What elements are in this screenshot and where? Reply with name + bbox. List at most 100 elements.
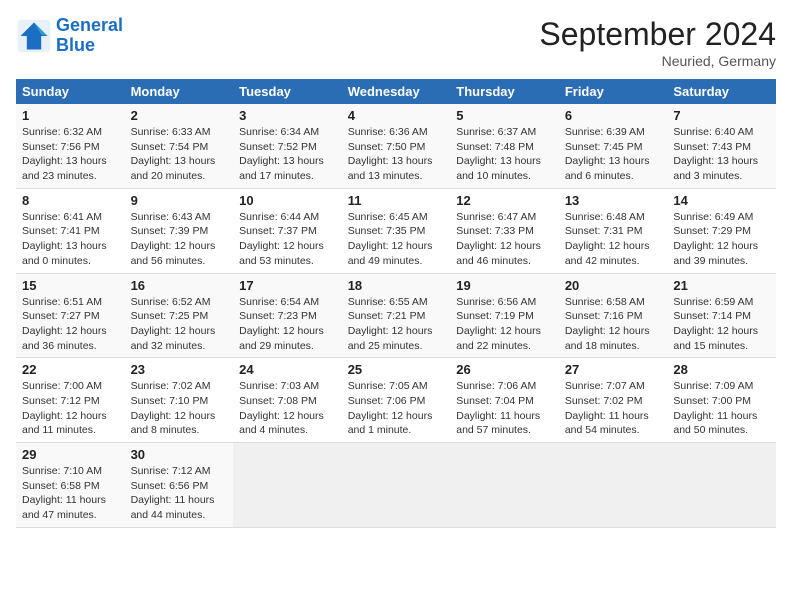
col-saturday: Saturday [667,79,776,104]
sunrise-text: Sunrise: 7:03 AM [239,379,336,394]
sunrise-text: Sunrise: 7:07 AM [565,379,662,394]
sunrise-text: Sunrise: 6:49 AM [673,210,770,225]
sunset-text: Sunset: 7:08 PM [239,394,336,409]
daylight-text: Daylight: 13 hours and 23 minutes. [22,154,119,183]
sunrise-text: Sunrise: 6:43 AM [131,210,228,225]
day-info: Sunrise: 7:10 AMSunset: 6:58 PMDaylight:… [22,464,119,523]
daylight-text: Daylight: 12 hours and 39 minutes. [673,239,770,268]
sunset-text: Sunset: 7:45 PM [565,140,662,155]
sunrise-text: Sunrise: 6:37 AM [456,125,553,140]
sunset-text: Sunset: 7:41 PM [22,224,119,239]
daylight-text: Daylight: 13 hours and 6 minutes. [565,154,662,183]
day-info: Sunrise: 6:52 AMSunset: 7:25 PMDaylight:… [131,295,228,354]
sunrise-text: Sunrise: 7:02 AM [131,379,228,394]
col-monday: Monday [125,79,234,104]
sunrise-text: Sunrise: 6:48 AM [565,210,662,225]
calendar-cell: 9 Sunrise: 6:43 AMSunset: 7:39 PMDaylight… [125,188,234,273]
sunset-text: Sunset: 7:00 PM [673,394,770,409]
daylight-text: Daylight: 11 hours and 54 minutes. [565,409,662,438]
day-info: Sunrise: 7:03 AMSunset: 7:08 PMDaylight:… [239,379,336,438]
sunset-text: Sunset: 7:43 PM [673,140,770,155]
sunset-text: Sunset: 7:16 PM [565,309,662,324]
day-number: 27 [565,362,662,377]
day-number: 1 [22,108,119,123]
calendar-cell: 10Sunrise: 6:44 AMSunset: 7:37 PMDayligh… [233,188,342,273]
calendar-week-row: 29Sunrise: 7:10 AMSunset: 6:58 PMDayligh… [16,443,776,528]
header: General Blue September 2024 Neuried, Ger… [16,16,776,69]
sunrise-text: Sunrise: 6:45 AM [348,210,445,225]
calendar-cell: 12Sunrise: 6:47 AMSunset: 7:33 PMDayligh… [450,188,559,273]
day-info: Sunrise: 7:12 AMSunset: 6:56 PMDaylight:… [131,464,228,523]
day-number: 13 [565,193,662,208]
daylight-text: Daylight: 12 hours and 25 minutes. [348,324,445,353]
day-info: Sunrise: 6:47 AMSunset: 7:33 PMDaylight:… [456,210,553,269]
sunrise-text: Sunrise: 6:59 AM [673,295,770,310]
sunset-text: Sunset: 7:14 PM [673,309,770,324]
calendar-cell: 26Sunrise: 7:06 AMSunset: 7:04 PMDayligh… [450,358,559,443]
sunset-text: Sunset: 7:52 PM [239,140,336,155]
daylight-text: Daylight: 13 hours and 20 minutes. [131,154,228,183]
day-info: Sunrise: 6:51 AMSunset: 7:27 PMDaylight:… [22,295,119,354]
day-info: Sunrise: 6:44 AMSunset: 7:37 PMDaylight:… [239,210,336,269]
sunset-text: Sunset: 7:48 PM [456,140,553,155]
day-number: 9 [131,193,228,208]
sunset-text: Sunset: 7:56 PM [22,140,119,155]
daylight-text: Daylight: 12 hours and 53 minutes. [239,239,336,268]
sunrise-text: Sunrise: 7:00 AM [22,379,119,394]
calendar-week-row: 22Sunrise: 7:00 AMSunset: 7:12 PMDayligh… [16,358,776,443]
daylight-text: Daylight: 13 hours and 17 minutes. [239,154,336,183]
calendar-cell: 25Sunrise: 7:05 AMSunset: 7:06 PMDayligh… [342,358,451,443]
day-info: Sunrise: 6:36 AMSunset: 7:50 PMDaylight:… [348,125,445,184]
calendar-cell [233,443,342,528]
calendar-cell: 29Sunrise: 7:10 AMSunset: 6:58 PMDayligh… [16,443,125,528]
day-number: 20 [565,278,662,293]
day-info: Sunrise: 6:43 AMSunset: 7:39 PMDaylight:… [131,210,228,269]
day-number: 7 [673,108,770,123]
calendar-cell: 15Sunrise: 6:51 AMSunset: 7:27 PMDayligh… [16,273,125,358]
day-info: Sunrise: 6:48 AMSunset: 7:31 PMDaylight:… [565,210,662,269]
calendar-cell: 6Sunrise: 6:39 AMSunset: 7:45 PMDaylight… [559,104,668,188]
daylight-text: Daylight: 12 hours and 22 minutes. [456,324,553,353]
calendar-cell: 7Sunrise: 6:40 AMSunset: 7:43 PMDaylight… [667,104,776,188]
calendar-cell: 24 Sunrise: 7:03 AMSunset: 7:08 PMDayligh… [233,358,342,443]
daylight-text: Daylight: 11 hours and 47 minutes. [22,493,119,522]
daylight-text: Daylight: 12 hours and 8 minutes. [131,409,228,438]
sunset-text: Sunset: 7:25 PM [131,309,228,324]
main-container: General Blue September 2024 Neuried, Ger… [0,0,792,536]
daylight-text: Daylight: 12 hours and 56 minutes. [131,239,228,268]
sunset-text: Sunset: 7:31 PM [565,224,662,239]
logo: General Blue [16,16,123,56]
calendar-cell [667,443,776,528]
day-number: 25 [348,362,445,377]
sunset-text: Sunset: 7:29 PM [673,224,770,239]
col-friday: Friday [559,79,668,104]
day-info: Sunrise: 6:34 AMSunset: 7:52 PMDaylight:… [239,125,336,184]
day-info: Sunrise: 6:39 AMSunset: 7:45 PMDaylight:… [565,125,662,184]
day-number: 23 [131,362,228,377]
sunrise-text: Sunrise: 6:58 AM [565,295,662,310]
day-info: Sunrise: 7:07 AMSunset: 7:02 PMDaylight:… [565,379,662,438]
day-number: 4 [348,108,445,123]
calendar-cell: 5Sunrise: 6:37 AMSunset: 7:48 PMDaylight… [450,104,559,188]
sunset-text: Sunset: 7:33 PM [456,224,553,239]
sunrise-text: Sunrise: 6:33 AM [131,125,228,140]
day-number: 17 [239,278,336,293]
calendar-cell: 18Sunrise: 6:55 AMSunset: 7:21 PMDayligh… [342,273,451,358]
day-number: 24 [239,362,336,377]
daylight-text: Daylight: 12 hours and 15 minutes. [673,324,770,353]
calendar-cell: 21 Sunrise: 6:59 AMSunset: 7:14 PMDayligh… [667,273,776,358]
calendar-cell [559,443,668,528]
sunrise-text: Sunrise: 6:39 AM [565,125,662,140]
calendar-cell: 20Sunrise: 6:58 AMSunset: 7:16 PMDayligh… [559,273,668,358]
daylight-text: Daylight: 12 hours and 11 minutes. [22,409,119,438]
calendar-body: 1Sunrise: 6:32 AMSunset: 7:56 PMDaylight… [16,104,776,527]
sunset-text: Sunset: 6:58 PM [22,479,119,494]
calendar-week-row: 8Sunrise: 6:41 AMSunset: 7:41 PMDaylight… [16,188,776,273]
day-number: 21 [673,278,770,293]
calendar-cell: 1Sunrise: 6:32 AMSunset: 7:56 PMDaylight… [16,104,125,188]
sunrise-text: Sunrise: 6:54 AM [239,295,336,310]
sunset-text: Sunset: 6:56 PM [131,479,228,494]
sunset-text: Sunset: 7:39 PM [131,224,228,239]
day-number: 16 [131,278,228,293]
sunset-text: Sunset: 7:10 PM [131,394,228,409]
